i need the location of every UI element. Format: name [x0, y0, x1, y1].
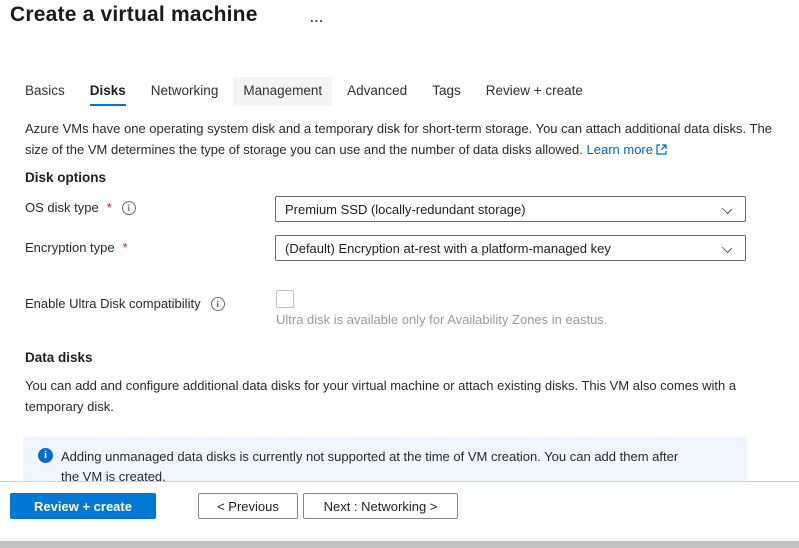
next-networking-button[interactable]: Next : Networking > [303, 493, 458, 519]
more-options-button[interactable]: ... [306, 8, 328, 27]
encryption-type-label: Encryption type * [25, 240, 128, 255]
ultra-disk-label: Enable Ultra Disk compatibility i [25, 296, 225, 311]
tab-networking[interactable]: Networking [151, 83, 219, 106]
horizontal-scrollbar-thumb[interactable] [0, 541, 799, 548]
info-filled-icon: i [38, 448, 53, 463]
learn-more-link[interactable]: Learn more [587, 142, 667, 157]
page-title: Create a virtual machine [10, 3, 258, 27]
os-disk-type-label: OS disk type * i [25, 200, 136, 215]
tab-disks[interactable]: Disks [90, 83, 126, 106]
encryption-type-label-text: Encryption type [25, 240, 115, 255]
data-disks-heading: Data disks [25, 350, 93, 365]
learn-more-label: Learn more [587, 142, 653, 157]
encryption-type-value: (Default) Encryption at-rest with a plat… [285, 241, 611, 256]
data-disks-description: You can add and configure additional dat… [25, 375, 773, 417]
tab-basics[interactable]: Basics [25, 83, 65, 106]
external-link-icon [656, 140, 667, 161]
chevron-down-icon [722, 243, 732, 253]
ultra-disk-hint: Ultra disk is available only for Availab… [276, 312, 607, 327]
os-disk-type-select[interactable]: Premium SSD (locally-redundant storage) [275, 196, 746, 222]
encryption-type-select[interactable]: (Default) Encryption at-rest with a plat… [275, 235, 746, 261]
required-marker: * [107, 200, 112, 215]
wizard-tabs: Basics Disks Networking Management Advan… [25, 83, 583, 110]
required-marker: * [123, 240, 128, 255]
ultra-disk-checkbox[interactable] [276, 290, 294, 308]
info-banner: i Adding unmanaged data disks is current… [23, 437, 747, 481]
info-banner-text: Adding unmanaged data disks is currently… [61, 447, 692, 481]
tab-management[interactable]: Management [233, 77, 332, 106]
tab-advanced[interactable]: Advanced [347, 83, 407, 106]
previous-button[interactable]: < Previous [198, 493, 298, 519]
wizard-footer: Review + create < Previous Next : Networ… [0, 481, 799, 539]
info-icon[interactable]: i [211, 297, 225, 311]
info-icon[interactable]: i [122, 201, 136, 215]
os-disk-type-value: Premium SSD (locally-redundant storage) [285, 202, 526, 217]
tab-review-create[interactable]: Review + create [486, 83, 583, 106]
os-disk-type-label-text: OS disk type [25, 200, 99, 215]
disks-intro-text: Azure VMs have one operating system disk… [25, 118, 773, 161]
disk-options-heading: Disk options [25, 170, 106, 185]
tab-tags[interactable]: Tags [432, 83, 461, 106]
review-create-button[interactable]: Review + create [10, 493, 156, 519]
ultra-disk-label-text: Enable Ultra Disk compatibility [25, 296, 201, 311]
chevron-down-icon [722, 204, 732, 214]
